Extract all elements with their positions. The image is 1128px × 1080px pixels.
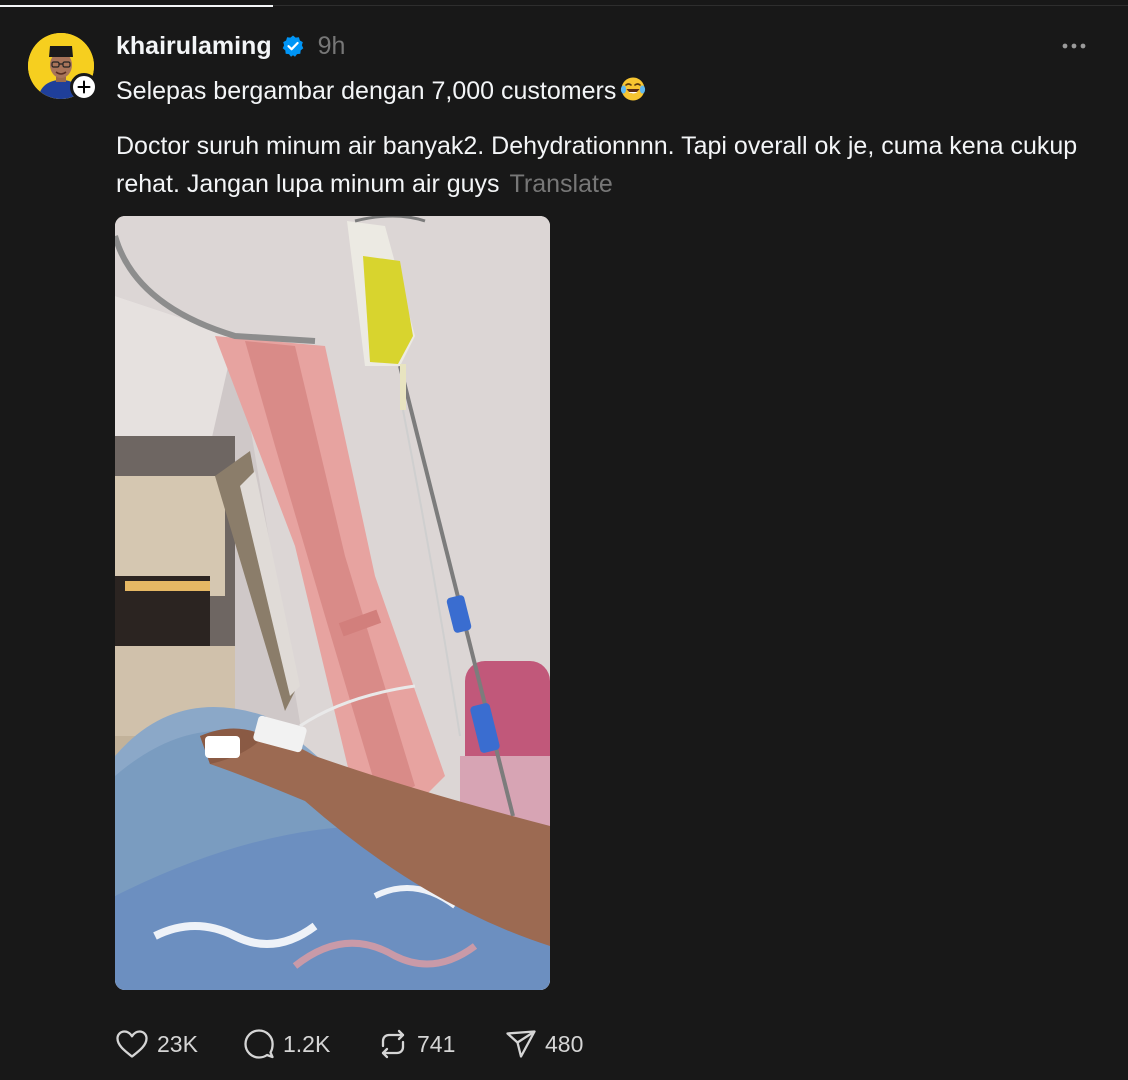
like-count: 23K <box>157 1030 198 1057</box>
threads-post-view: khairulaming 9h Selepas bergambar dengan… <box>0 0 1128 1080</box>
post-time[interactable]: 9h <box>318 32 346 61</box>
share-count: 480 <box>545 1030 584 1057</box>
more-horizontal-icon <box>1062 43 1086 49</box>
reply-count: 1.2K <box>283 1030 331 1057</box>
post-body: Selepas bergambar dengan 7,000 customers… <box>116 72 1106 203</box>
username-link[interactable]: khairulaming <box>116 32 272 61</box>
face-with-tears-of-joy-icon <box>621 77 646 101</box>
reply-button[interactable]: 1.2K <box>243 1028 377 1060</box>
plus-icon <box>77 80 91 94</box>
post-actions: 23K 1.2K 741 480 <box>115 1024 605 1064</box>
like-button[interactable]: 23K <box>115 1029 243 1059</box>
follow-button[interactable] <box>70 73 98 101</box>
avatar-container[interactable] <box>28 33 98 101</box>
repost-button[interactable]: 741 <box>377 1029 505 1059</box>
repost-icon <box>381 1029 405 1059</box>
comment-icon <box>244 1029 274 1059</box>
post-text-line1: Selepas bergambar dengan 7,000 customers <box>116 72 1106 110</box>
repost-count: 741 <box>417 1030 456 1057</box>
share-button[interactable]: 480 <box>505 1029 605 1059</box>
more-options-button[interactable] <box>1058 34 1090 58</box>
send-icon <box>506 1030 536 1058</box>
post-image[interactable] <box>115 216 550 990</box>
hospital-iv-drip-photo <box>115 216 550 990</box>
translate-link[interactable]: Translate <box>510 170 613 198</box>
heart-icon <box>116 1030 148 1058</box>
post-header: khairulaming 9h <box>116 28 345 64</box>
post-caption-first: Selepas bergambar dengan 7,000 customers <box>116 77 617 105</box>
active-tab-indicator <box>0 5 273 7</box>
post-text-line2: Doctor suruh minum air banyak2. Dehydrat… <box>116 127 1106 203</box>
verified-badge-icon <box>282 35 303 57</box>
